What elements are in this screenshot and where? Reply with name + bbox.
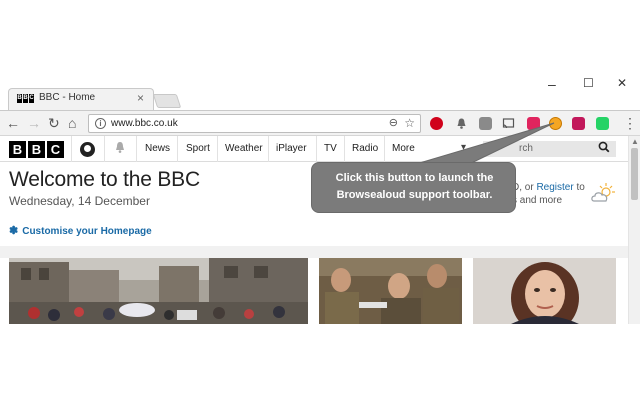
screenshot-stage: B B C BBC - Home × – ☐ ✕ ← → ↻ ⌂ i www.b… — [0, 0, 640, 400]
callout-text: Click this button to launch the Browseal… — [335, 172, 494, 201]
tooltip-callout: Click this button to launch the Browseal… — [311, 162, 516, 213]
